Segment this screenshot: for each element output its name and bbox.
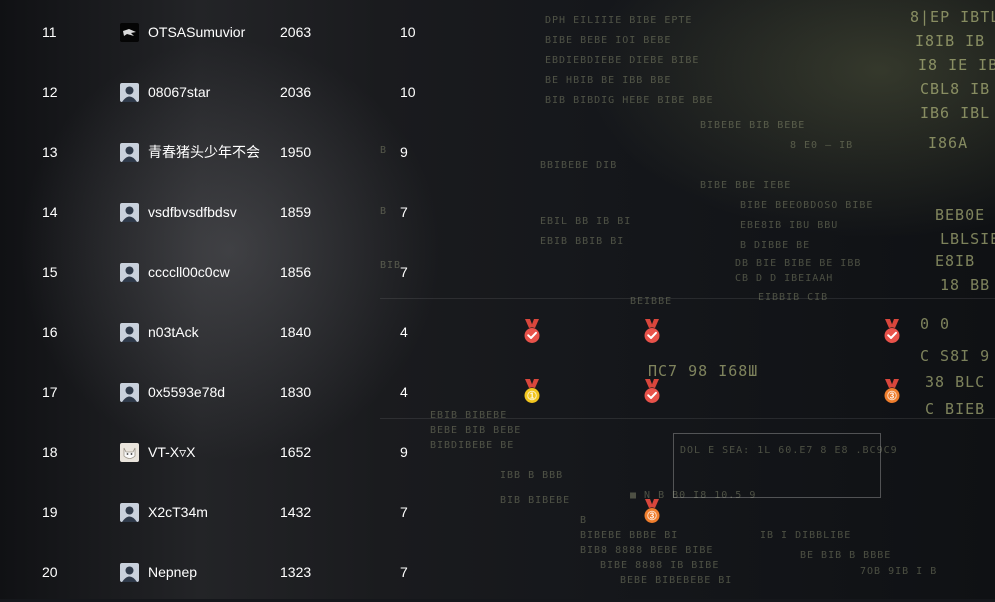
- score-cell: 1432: [280, 504, 312, 520]
- score-cell: 1859: [280, 204, 312, 220]
- avatar[interactable]: [120, 83, 139, 102]
- table-row: 11 OTSASumuvior 2063 10: [0, 2, 995, 62]
- team-name-link[interactable]: Nepnep: [148, 542, 197, 602]
- svg-text:3: 3: [890, 392, 895, 401]
- solved-count-cell: 10: [400, 84, 416, 100]
- score-cell: 2036: [280, 84, 312, 100]
- table-row: 18 VT-X▿X 1652 9: [0, 422, 995, 482]
- table-row: 20 Nepnep 1323 7: [0, 542, 995, 602]
- solved-count-cell: 7: [400, 504, 408, 520]
- team-name-link[interactable]: VT-X▿X: [148, 422, 195, 482]
- score-cell: 1950: [280, 144, 312, 160]
- team-name-link[interactable]: OTSASumuvior: [148, 2, 245, 62]
- table-row: 17 0x5593e78d 1830 4: [0, 362, 995, 422]
- team-name-link[interactable]: vsdfbvsdfbdsv: [148, 182, 237, 242]
- table-row: 16 n03tAck 1840 4: [0, 302, 995, 362]
- rank-cell: 19: [42, 504, 58, 520]
- table-row: 14 vsdfbvsdfbdsv 1859 7: [0, 182, 995, 242]
- score-cell: 1830: [280, 384, 312, 400]
- rank-cell: 17: [42, 384, 58, 400]
- third-blood-medal-icon: 3: [641, 499, 663, 525]
- third-blood-medal-icon: 3: [881, 379, 903, 405]
- team-name-link[interactable]: n03tAck: [148, 302, 199, 362]
- table-row: 12 08067star 2036 10: [0, 62, 995, 122]
- team-name-link[interactable]: X2cT34m: [148, 482, 208, 542]
- score-cell: 1323: [280, 564, 312, 580]
- rank-cell: 11: [42, 24, 57, 40]
- first-blood-medal-icon: 1: [521, 379, 543, 405]
- avatar[interactable]: [120, 23, 139, 42]
- team-name-link[interactable]: ccccll00c0cw: [148, 242, 230, 302]
- avatar[interactable]: [120, 563, 139, 582]
- svg-text:3: 3: [650, 512, 655, 521]
- solved-check-medal-icon: [641, 379, 663, 405]
- rank-cell: 13: [42, 144, 58, 160]
- solved-count-cell: 4: [400, 384, 408, 400]
- avatar[interactable]: [120, 323, 139, 342]
- avatar[interactable]: [120, 203, 139, 222]
- score-cell: 2063: [280, 24, 312, 40]
- solved-count-cell: 9: [400, 444, 408, 460]
- score-cell: 1652: [280, 444, 312, 460]
- solved-check-medal-icon: [641, 319, 663, 345]
- solved-count-cell: 10: [400, 24, 416, 40]
- solved-count-cell: 9: [400, 144, 408, 160]
- avatar[interactable]: [120, 503, 139, 522]
- solved-check-medal-icon: [521, 319, 543, 345]
- solved-count-cell: 4: [400, 324, 408, 340]
- solved-count-cell: 7: [400, 204, 408, 220]
- team-name-link[interactable]: 青春猪头少年不会: [148, 122, 260, 182]
- rank-cell: 18: [42, 444, 58, 460]
- rank-cell: 14: [42, 204, 58, 220]
- avatar[interactable]: [120, 383, 139, 402]
- svg-text:1: 1: [530, 392, 535, 401]
- score-cell: 1856: [280, 264, 312, 280]
- solved-count-cell: 7: [400, 564, 408, 580]
- avatar[interactable]: [120, 263, 139, 282]
- solved-count-cell: 7: [400, 264, 408, 280]
- table-row: 13 青春猪头少年不会 1950 9: [0, 122, 995, 182]
- table-row: 15 ccccll00c0cw 1856 7: [0, 242, 995, 302]
- rank-cell: 20: [42, 564, 58, 580]
- avatar[interactable]: [120, 443, 139, 462]
- rank-cell: 12: [42, 84, 58, 100]
- avatar[interactable]: [120, 143, 139, 162]
- team-name-link[interactable]: 08067star: [148, 62, 210, 122]
- team-name-link[interactable]: 0x5593e78d: [148, 362, 225, 422]
- rank-cell: 16: [42, 324, 58, 340]
- table-row: 19 X2cT34m 1432 7: [0, 482, 995, 542]
- solved-check-medal-icon: [881, 319, 903, 345]
- rank-cell: 15: [42, 264, 58, 280]
- score-cell: 1840: [280, 324, 312, 340]
